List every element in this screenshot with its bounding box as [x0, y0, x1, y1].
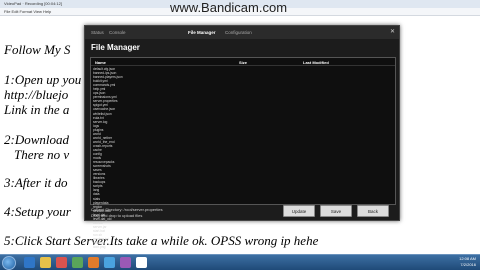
update-button[interactable]: Update: [283, 205, 315, 217]
media-icon[interactable]: [56, 257, 67, 268]
clock-date: 7/2/2016: [460, 262, 476, 267]
notepad-line: Follow My S: [4, 42, 71, 57]
app-icon[interactable]: [120, 257, 131, 268]
bandicam-watermark: www.Bandicam.com: [170, 0, 288, 15]
save-button[interactable]: Save: [320, 205, 352, 217]
tab-configuration[interactable]: Configuration: [225, 30, 252, 35]
notepad-line: 1:Open up you: [4, 72, 82, 87]
notepad-icon[interactable]: [136, 257, 147, 268]
back-button[interactable]: Back: [357, 205, 389, 217]
file-list-item[interactable]: icon.png: [93, 245, 203, 249]
ie-icon[interactable]: [24, 257, 35, 268]
notepad-line: 4:Setup your: [4, 204, 71, 219]
folder-icon[interactable]: [40, 257, 51, 268]
file-list[interactable]: Name Size Last Modified default.cfg.json…: [90, 57, 396, 249]
app-icon[interactable]: [72, 257, 83, 268]
chrome-icon[interactable]: [104, 257, 115, 268]
drag-drop-hint: Drag and drop to upload files: [91, 213, 143, 218]
status-area: Current Directory: /root/server.properti…: [91, 207, 163, 219]
tab-bar: Status Console File Manager Configuratio…: [85, 26, 399, 39]
taskbar: 12:08 AM 7/2/2016: [0, 254, 480, 270]
page-title: File Manager: [91, 43, 140, 52]
notepad-line: 3:After it do: [4, 175, 68, 190]
tab-status[interactable]: Status: [91, 30, 104, 35]
desktop: VideoPad · Recording [00:04:12] File Edi…: [0, 0, 480, 270]
tab-console[interactable]: Console: [109, 30, 126, 35]
file-list-header: Name Size Last Modified: [91, 58, 395, 66]
file-manager-window: Status Console File Manager Configuratio…: [84, 25, 400, 249]
notepad-line: 2:Download: [4, 132, 69, 147]
notepad-line: There no v: [14, 147, 70, 162]
system-clock[interactable]: 12:08 AM 7/2/2016: [459, 256, 476, 268]
file-rows: default.cfg.json banned-ips.json banned-pl…: [93, 67, 203, 249]
column-size[interactable]: Size: [239, 60, 247, 65]
tab-file-manager[interactable]: File Manager: [188, 30, 216, 35]
firefox-icon[interactable]: [88, 257, 99, 268]
notepad-line: Link in the a: [4, 102, 70, 117]
notepad-line: http://bluejo: [4, 87, 69, 102]
start-button[interactable]: [2, 256, 16, 270]
column-last-modified[interactable]: Last Modified: [303, 60, 329, 65]
close-icon[interactable]: ✕: [389, 29, 396, 36]
column-name[interactable]: Name: [95, 60, 106, 65]
